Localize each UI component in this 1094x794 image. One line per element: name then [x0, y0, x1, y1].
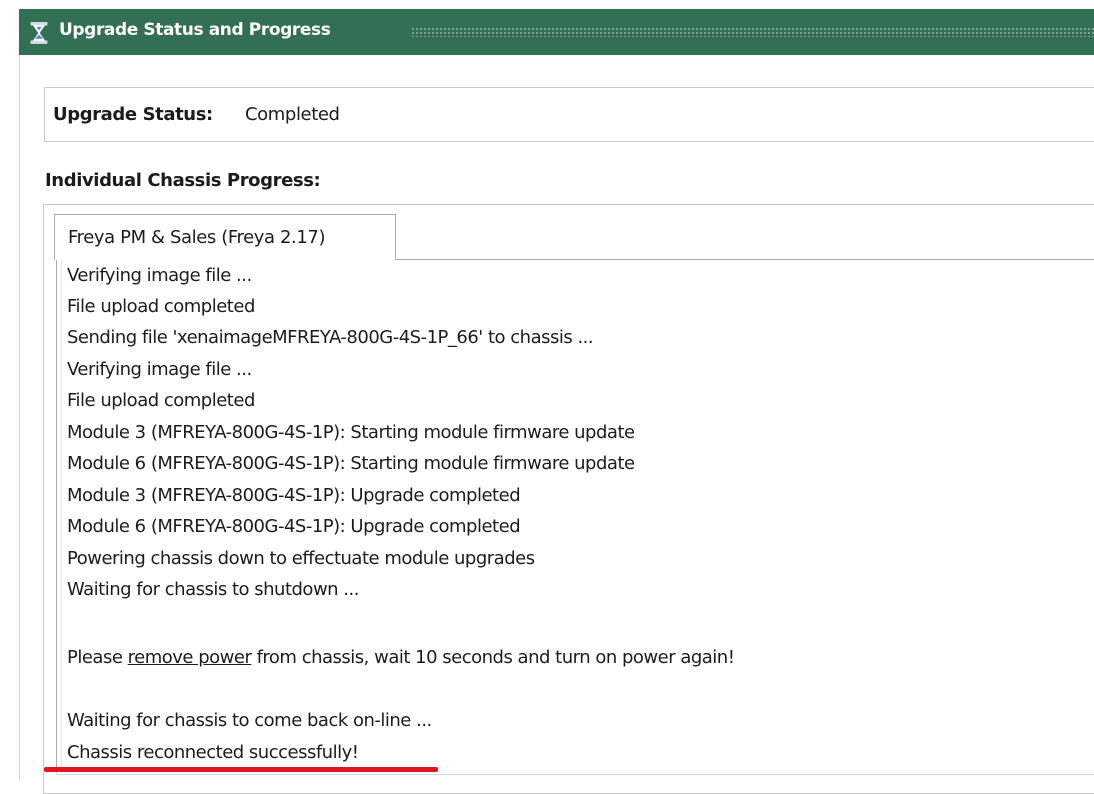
log-line: Waiting for chassis to shutdown ...: [67, 579, 359, 600]
progress-log[interactable]: Verifying image file ... File upload com…: [56, 259, 1094, 774]
log-line: File upload completed: [67, 390, 255, 411]
log-line-remove-power: Please remove power from chassis, wait 1…: [67, 647, 735, 679]
titlebar-grip: [411, 27, 1094, 37]
log-line: Waiting for chassis to come back on-line…: [67, 710, 432, 731]
log-line: Module 6 (MFREYA-800G-4S-1P): Starting m…: [67, 453, 635, 474]
panel-title: Upgrade Status and Progress: [59, 20, 331, 40]
chassis-progress-heading: Individual Chassis Progress:: [45, 170, 321, 191]
hourglass-icon: [30, 22, 48, 44]
log-line: Verifying image file ...: [67, 359, 252, 380]
log-line: File upload completed: [67, 296, 255, 317]
progress-log-content: Verifying image file ... File upload com…: [61, 261, 1094, 772]
panel-titlebar[interactable]: Upgrade Status and Progress: [19, 9, 1094, 55]
upgrade-status-box: Upgrade Status: Completed: [44, 87, 1094, 142]
log-bottom-border: [56, 774, 1094, 775]
remove-power-link[interactable]: remove power: [128, 647, 252, 668]
log-line: Module 3 (MFREYA-800G-4S-1P): Upgrade co…: [67, 485, 521, 506]
log-line: Module 3 (MFREYA-800G-4S-1P): Starting m…: [67, 422, 635, 443]
tab-chassis-freya[interactable]: Freya PM & Sales (Freya 2.17): [54, 214, 396, 260]
log-line: Verifying image file ...: [67, 265, 252, 286]
upgrade-status-label: Upgrade Status:: [53, 104, 213, 125]
tab-label: Freya PM & Sales (Freya 2.17): [68, 227, 326, 248]
log-line-prefix: Please: [67, 647, 128, 668]
log-line: Module 6 (MFREYA-800G-4S-1P): Upgrade co…: [67, 516, 521, 537]
log-line: Powering chassis down to effectuate modu…: [67, 548, 535, 569]
log-line: Sending file 'xenaimageMFREYA-800G-4S-1P…: [67, 327, 594, 348]
upgrade-window: Upgrade Status and Progress Upgrade Stat…: [0, 0, 1094, 794]
highlight-underline: [44, 767, 438, 772]
upgrade-status-value: Completed: [245, 104, 340, 125]
log-line-suffix: from chassis, wait 10 seconds and turn o…: [251, 647, 735, 668]
